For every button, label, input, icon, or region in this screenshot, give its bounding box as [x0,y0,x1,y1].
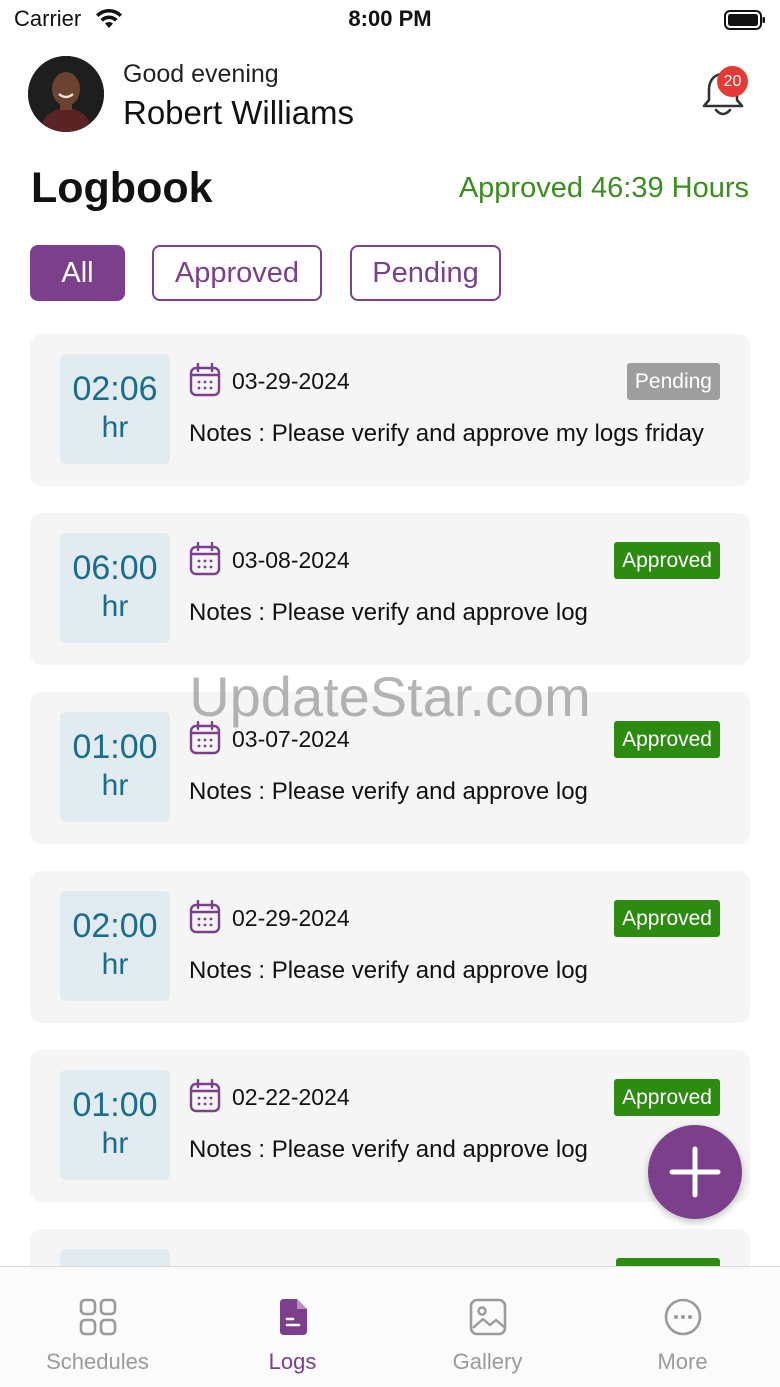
log-card[interactable]: 06:00 hr 03-08-2024 Notes : Please verif… [30,513,750,665]
more-icon [664,1298,702,1336]
avatar-image [28,56,104,132]
hours-unit: hr [101,948,129,981]
filter-chip-approved[interactable]: Approved [152,245,322,301]
nav-label: Gallery [452,1349,523,1374]
bottom-nav: Schedules Logs Gallery More [0,1266,780,1387]
log-card[interactable]: 02:00 hr 02-29-2024 Notes : Please verif… [30,871,750,1023]
plus-icon [669,1146,721,1198]
filter-chip-pending[interactable]: Pending [350,245,501,301]
nav-label: Schedules [46,1349,149,1374]
hours-unit: hr [101,411,129,444]
approved-hours-summary: Approved 46:39 Hours [458,172,749,204]
calendar-icon [189,721,221,755]
log-card[interactable]: 01:00 hr 03-07-2024 Notes : Please verif… [30,692,750,844]
hours-value: 02:00 [72,907,158,945]
calendar-icon [189,542,221,576]
log-notes: Notes : Please verify and approve log [189,957,588,984]
log-notes: Notes : Please verify and approve log [189,1136,588,1163]
hours-value: 02:06 [72,370,158,408]
hours-value: 01:00 [72,1086,158,1124]
greeting: Good evening [123,60,279,88]
hours-box: 01:00 hr [60,712,170,822]
grid-icon [79,1298,117,1336]
hours-unit: hr [101,769,129,802]
hours-unit: hr [101,590,129,623]
status-badge-approved: Approved [614,721,720,758]
log-date: 02-22-2024 [232,1084,350,1110]
user-name: Robert Williams [123,94,355,131]
log-date: 03-29-2024 [232,368,350,394]
status-badge-approved: Approved [614,900,720,937]
page-title: Logbook [31,164,213,212]
image-icon [469,1298,507,1336]
log-notes: Notes : Please verify and approve my log… [189,420,704,447]
document-icon [280,1299,307,1335]
status-badge-approved: Approved [614,542,720,579]
log-date: 03-07-2024 [232,726,350,752]
avatar[interactable] [28,56,104,132]
status-badge-pending: Pending [626,363,720,400]
hours-box: 06:00 hr [60,533,170,643]
clock: 8:00 PM [348,6,432,31]
nav-item-schedules[interactable]: Schedules [0,1267,195,1387]
filter-chip-all[interactable]: All [30,245,125,301]
hours-value: 01:00 [72,728,158,766]
log-date: 03-08-2024 [232,547,350,573]
status-bar: Carrier 8:00 PM [0,0,780,44]
hours-box: 01:00 hr [60,1070,170,1180]
log-notes: Notes : Please verify and approve log [189,778,588,805]
nav-item-more[interactable]: More [585,1267,780,1387]
nav-label: Logs [268,1349,317,1374]
hours-box: 02:06 hr [60,354,170,464]
log-notes: Notes : Please verify and approve log [189,599,588,626]
calendar-icon [189,900,221,934]
hours-value: 06:00 [72,549,158,587]
add-log-button[interactable] [648,1125,742,1219]
calendar-icon [189,1079,221,1113]
hours-unit: hr [101,1127,129,1160]
nav-item-logs[interactable]: Logs [195,1267,390,1387]
hours-box: 02:00 hr [60,891,170,1001]
log-card[interactable]: 01:00 hr 02-22-2024 Notes : Please verif… [30,1050,750,1202]
log-date: 02-29-2024 [232,905,350,931]
battery-icon [724,10,765,30]
nav-label: More [657,1349,708,1374]
calendar-icon [189,363,221,397]
notification-badge: 20 [717,66,748,97]
status-badge-approved: Approved [614,1079,720,1116]
nav-item-gallery[interactable]: Gallery [390,1267,585,1387]
log-card[interactable]: 02:06 hr 03-29-2024 Notes : Please verif… [30,334,750,486]
